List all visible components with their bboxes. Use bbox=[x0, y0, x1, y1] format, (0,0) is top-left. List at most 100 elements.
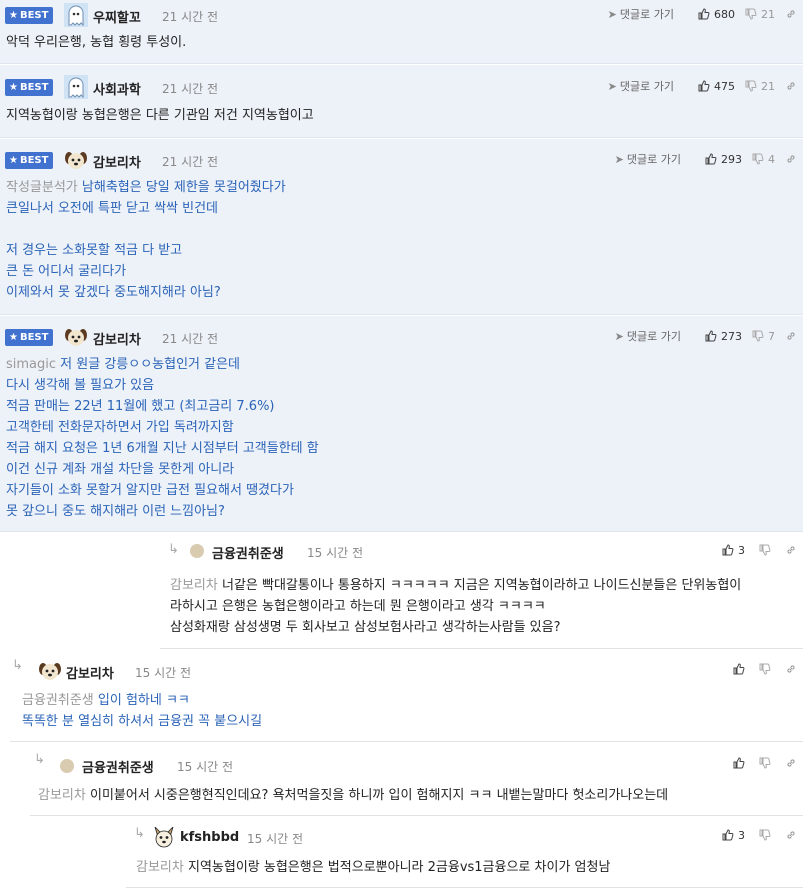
mention[interactable]: 감보리차 bbox=[170, 578, 218, 593]
share-button[interactable] bbox=[785, 829, 797, 841]
star-icon: ★ bbox=[9, 155, 18, 166]
downvote-button[interactable]: 21 bbox=[745, 8, 775, 21]
share-button[interactable] bbox=[785, 80, 797, 92]
thumbs-up-icon bbox=[698, 8, 710, 20]
reply-arrow-icon: ↳ bbox=[134, 826, 145, 841]
downvote-button[interactable] bbox=[759, 829, 771, 841]
mention[interactable]: 감보리차 bbox=[136, 860, 184, 875]
comment-time: 15 시간 전 bbox=[177, 760, 234, 774]
reply-comment: ↳ 금융권취준생 15 시간 전 3 감보리차 너같은 빡대갈통이나 통용하지 … bbox=[0, 533, 803, 649]
reply-arrow-icon: ↳ bbox=[168, 542, 179, 557]
downvote-button[interactable]: 4 bbox=[752, 153, 775, 166]
author-nickname[interactable]: 금융권취준생 bbox=[212, 543, 284, 562]
downvote-button[interactable] bbox=[759, 544, 771, 556]
reply-comment: ↳ kfshbbd 15 시간 전 3 감보리차 지역농협이랑 농협은행은 법적… bbox=[0, 817, 803, 890]
puppy-avatar-icon[interactable] bbox=[64, 148, 88, 172]
mention[interactable]: 감보리차 bbox=[38, 788, 86, 803]
share-button[interactable] bbox=[785, 8, 797, 20]
thumbs-up-icon bbox=[733, 757, 745, 769]
star-icon: ★ bbox=[9, 10, 18, 21]
upvote-button[interactable]: 3 bbox=[722, 829, 745, 842]
thumbs-down-icon bbox=[745, 80, 757, 92]
link-icon bbox=[787, 665, 795, 673]
link-icon bbox=[787, 10, 795, 18]
mention[interactable]: 작성글분석가 bbox=[6, 180, 78, 195]
thumbs-up-icon bbox=[733, 663, 745, 675]
downvote-button[interactable]: 7 bbox=[752, 330, 775, 343]
thumbs-down-icon bbox=[759, 757, 771, 769]
upvote-button[interactable]: 3 bbox=[722, 544, 745, 557]
thumbs-down-icon bbox=[752, 330, 764, 342]
downvote-button[interactable] bbox=[759, 757, 771, 769]
goto-reply-link[interactable]: ➤ 댓글로 가기 bbox=[608, 78, 674, 94]
comment-time: 21 시간 전 bbox=[162, 155, 219, 169]
comment-body: 감보리차 너같은 빡대갈통이나 통용하지 ㅋㅋㅋㅋㅋ 지금은 지역농협이라하고 … bbox=[170, 578, 742, 635]
comment-body: 악덕 우리은행, 농협 횡령 투성이. bbox=[6, 35, 187, 50]
share-button[interactable] bbox=[785, 544, 797, 556]
link-icon bbox=[787, 82, 795, 90]
author-nickname[interactable]: 우찌할꼬 bbox=[93, 7, 141, 26]
puppy-avatar-icon[interactable] bbox=[38, 659, 62, 683]
send-icon: ➤ bbox=[607, 79, 617, 93]
divider bbox=[126, 887, 803, 888]
share-button[interactable] bbox=[785, 153, 797, 165]
upvote-button[interactable]: 475 bbox=[698, 80, 735, 93]
puppy-avatar-icon[interactable] bbox=[64, 325, 88, 349]
author-nickname[interactable]: 사회과학 bbox=[93, 79, 141, 98]
downvote-button[interactable]: 21 bbox=[745, 80, 775, 93]
dog-avatar-icon[interactable] bbox=[152, 825, 176, 849]
best-badge: ★ BEST bbox=[5, 152, 54, 169]
upvote-button[interactable] bbox=[733, 663, 745, 675]
comment-time: 21 시간 전 bbox=[162, 10, 219, 24]
link-icon bbox=[787, 332, 795, 340]
comment-time: 21 시간 전 bbox=[162, 332, 219, 346]
thumbs-up-icon bbox=[722, 544, 734, 556]
best-comment: ★ BEST 사회과학 21 시간 전 ➤ 댓글로 가기 475 21 지역농협이랑… bbox=[0, 65, 803, 138]
divider bbox=[10, 741, 803, 742]
comment-time: 15 시간 전 bbox=[135, 666, 192, 680]
thumbs-up-icon bbox=[705, 330, 717, 342]
best-badge: ★ BEST bbox=[5, 7, 54, 24]
author-nickname[interactable]: 감보리차 bbox=[93, 152, 141, 171]
default-avatar-icon[interactable] bbox=[60, 759, 74, 773]
star-icon: ★ bbox=[9, 332, 18, 343]
upvote-button[interactable]: 273 bbox=[705, 330, 742, 343]
best-comment: ★ BEST 감보리차 21 시간 전 ➤ 댓글로 가기 293 4 작성글분석가 … bbox=[0, 139, 803, 315]
share-button[interactable] bbox=[785, 663, 797, 675]
comment-time: 15 시간 전 bbox=[307, 546, 364, 560]
ghost-avatar-icon[interactable] bbox=[64, 3, 88, 27]
upvote-button[interactable]: 293 bbox=[705, 153, 742, 166]
mention[interactable]: 금융권취준생 bbox=[22, 693, 94, 708]
author-nickname[interactable]: kfshbbd bbox=[180, 830, 239, 845]
author-nickname[interactable]: 감보리차 bbox=[93, 329, 141, 348]
link-icon bbox=[787, 831, 795, 839]
author-nickname[interactable]: 감보리차 bbox=[66, 663, 114, 682]
upvote-button[interactable]: 680 bbox=[698, 8, 735, 21]
best-badge: ★ BEST bbox=[5, 79, 54, 96]
author-nickname[interactable]: 금융권취준생 bbox=[82, 757, 154, 776]
divider bbox=[30, 815, 803, 816]
send-icon: ➤ bbox=[607, 7, 617, 21]
thumbs-up-icon bbox=[722, 829, 734, 841]
mention[interactable]: simagic bbox=[6, 357, 56, 372]
best-badge: ★ BEST bbox=[5, 329, 54, 346]
thumbs-down-icon bbox=[745, 8, 757, 20]
goto-reply-link[interactable]: ➤ 댓글로 가기 bbox=[615, 328, 681, 344]
upvote-button[interactable] bbox=[733, 757, 745, 769]
goto-reply-link[interactable]: ➤ 댓글로 가기 bbox=[608, 6, 674, 22]
share-button[interactable] bbox=[785, 330, 797, 342]
thumbs-down-icon bbox=[752, 153, 764, 165]
comment-time: 15 시간 전 bbox=[247, 832, 304, 846]
goto-reply-link[interactable]: ➤ 댓글로 가기 bbox=[615, 151, 681, 167]
downvote-button[interactable] bbox=[759, 663, 771, 675]
comment-body: 작성글분석가 남해축협은 당일 제한을 못걸어줬다가 큰일나서 오전에 특판 닫… bbox=[6, 180, 286, 300]
send-icon: ➤ bbox=[614, 329, 624, 343]
default-avatar-icon[interactable] bbox=[190, 544, 204, 558]
star-icon: ★ bbox=[9, 82, 18, 93]
thumbs-down-icon bbox=[759, 544, 771, 556]
best-comment: ★ BEST 우찌할꼬 21 시간 전 ➤ 댓글로 가기 680 21 악덕 우리은… bbox=[0, 0, 803, 64]
comment-body: simagic 저 원글 강릉ㅇㅇ농협인거 같은데 다시 생각해 볼 필요가 있… bbox=[6, 357, 319, 519]
link-icon bbox=[787, 155, 795, 163]
share-button[interactable] bbox=[785, 757, 797, 769]
ghost-avatar-icon[interactable] bbox=[64, 75, 88, 99]
